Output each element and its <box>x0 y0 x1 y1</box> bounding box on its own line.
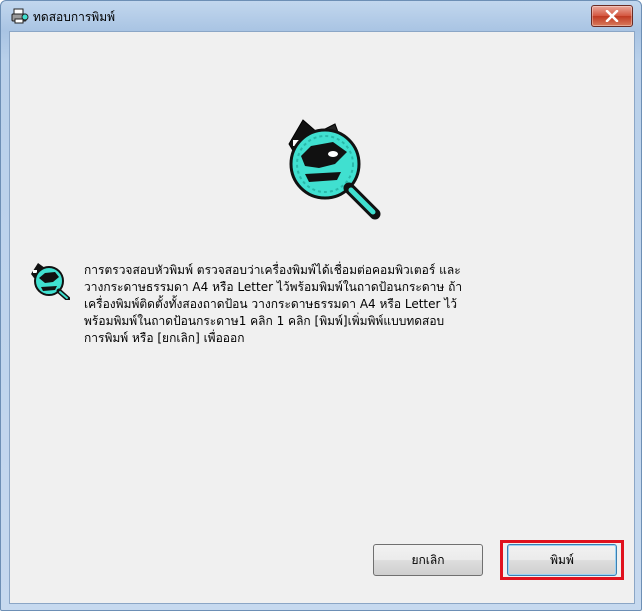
print-head-inspect-icon <box>31 263 70 300</box>
print-test-magnifier-icon <box>288 119 381 220</box>
title-bar[interactable]: ทดสอบการพิมพ์ <box>1 1 641 31</box>
dialog-body: การตรวจสอบหัวพิมพ์ ตรวจสอบว่าเครื่องพิมพ… <box>9 31 635 604</box>
window-title: ทดสอบการพิมพ์ <box>33 10 116 24</box>
printer-app-icon <box>11 8 29 24</box>
close-button[interactable] <box>591 5 633 27</box>
print-button[interactable]: พิมพ์ <box>507 544 617 576</box>
print-test-dialog: ทดสอบการพิมพ์ การตรวจสอบหัวพิมพ์ ตรวจสอบ… <box>0 0 642 611</box>
close-icon <box>605 10 619 22</box>
instruction-text: การตรวจสอบหัวพิมพ์ ตรวจสอบว่าเครื่องพิมพ… <box>84 263 463 345</box>
cancel-button[interactable]: ยกเลิก <box>373 544 483 576</box>
